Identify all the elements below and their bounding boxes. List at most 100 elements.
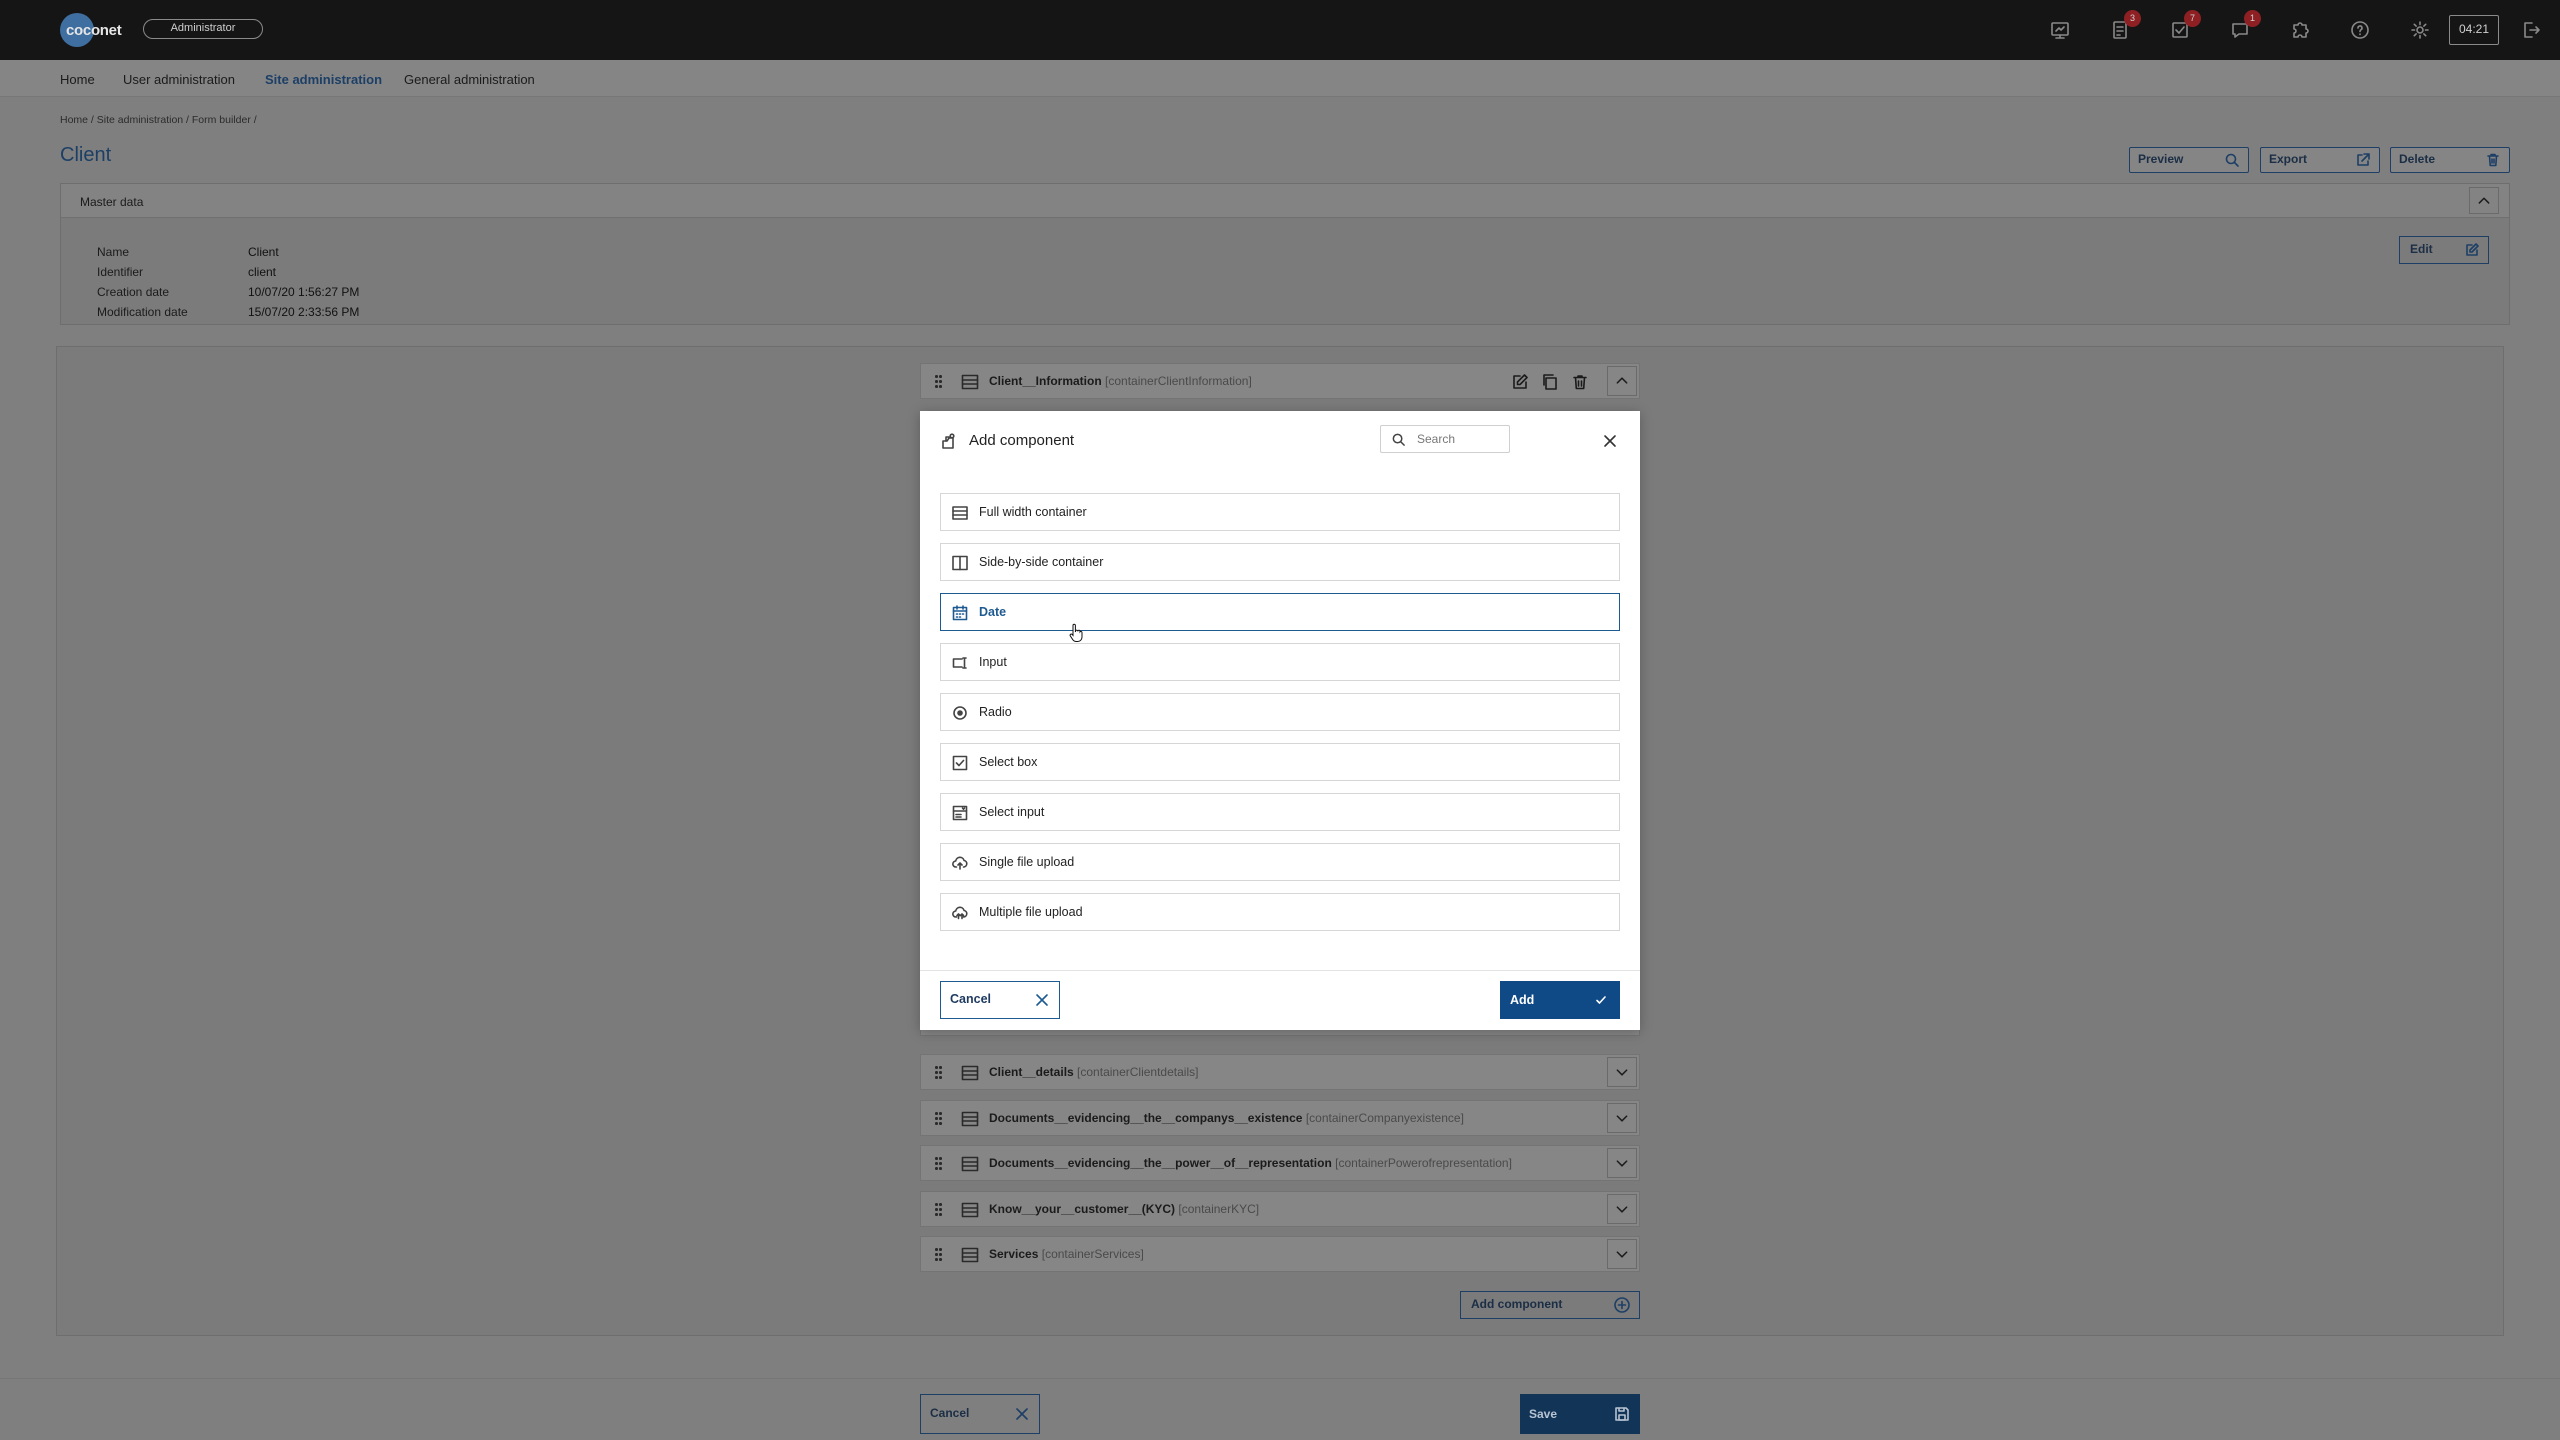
md-identifier-value: client (248, 265, 277, 279)
container-icon (961, 1065, 979, 1081)
modal-cancel-button[interactable]: Cancel (940, 981, 1060, 1019)
logout-icon[interactable] (2518, 17, 2544, 43)
delete-button[interactable]: Delete (2390, 147, 2510, 173)
collapse-component-button[interactable] (1607, 366, 1637, 396)
role-badge[interactable]: Administrator (143, 19, 263, 39)
option-multiple-file-upload[interactable]: Multiple file upload (940, 893, 1620, 931)
expand-component-button[interactable] (1607, 1239, 1637, 1269)
edit-component-icon[interactable] (1511, 373, 1529, 391)
master-data-title: Master data (80, 195, 144, 209)
nav-home[interactable]: Home (60, 72, 95, 87)
chevron-up-icon (1616, 377, 1628, 384)
breadcrumb[interactable]: Home / Site administration / Form builde… (60, 114, 257, 126)
drag-handle-icon[interactable] (935, 1203, 943, 1217)
main-nav: Home User administration Site administra… (0, 60, 2560, 97)
container-icon (961, 1247, 979, 1263)
help-icon[interactable] (2347, 17, 2373, 43)
modal-add-button[interactable]: Add (1500, 981, 1620, 1019)
coconet-logo[interactable]: coconet (60, 13, 124, 47)
option-radio[interactable]: Radio (940, 693, 1620, 731)
component-identifier: [containerServices] (1041, 1247, 1144, 1261)
dashboard-icon[interactable] (2047, 17, 2073, 43)
option-label: Select input (979, 805, 1045, 819)
master-data-panel: Master data Name Client Identifier clien… (60, 183, 2510, 325)
expand-component-button[interactable] (1607, 1103, 1637, 1133)
export-icon (2355, 152, 2371, 168)
edit-label: Edit (2410, 242, 2433, 256)
settings-gear-icon[interactable] (2407, 17, 2433, 43)
option-full-width-container[interactable]: Full width container (940, 493, 1620, 531)
nav-site-administration[interactable]: Site administration (265, 72, 382, 87)
drag-handle-icon[interactable] (935, 375, 943, 389)
drag-handle-icon[interactable] (935, 1248, 943, 1262)
preview-button[interactable]: Preview (2129, 147, 2249, 173)
chevron-down-icon (1616, 1115, 1628, 1122)
messages-icon[interactable]: 1 (2227, 10, 2261, 43)
input-icon (952, 655, 968, 671)
drag-handle-icon[interactable] (935, 1157, 943, 1171)
export-label: Export (2269, 152, 2308, 166)
drag-handle-icon[interactable] (935, 1112, 943, 1126)
component-identifier: [containerClientdetails] (1077, 1065, 1199, 1079)
modal-search-box[interactable] (1380, 425, 1510, 453)
md-modification-date-label: Modification date (97, 305, 188, 319)
collapse-master-data-button[interactable] (2469, 187, 2499, 214)
logo-text: coconet (66, 22, 122, 39)
expand-component-button[interactable] (1607, 1148, 1637, 1178)
option-select-box[interactable]: Select box (940, 743, 1620, 781)
container-icon (961, 1202, 979, 1218)
option-label: Date (979, 605, 1007, 619)
copy-component-icon[interactable] (1541, 373, 1559, 391)
add-component-modal: Add component Full width container Side-… (920, 411, 1640, 1030)
expand-component-button[interactable] (1607, 1057, 1637, 1087)
component-row[interactable]: Client__Information [containerClientInfo… (920, 363, 1640, 399)
chevron-down-icon (1616, 1206, 1628, 1213)
expand-component-button[interactable] (1607, 1194, 1637, 1224)
option-label: Full width container (979, 505, 1087, 519)
option-label: Side-by-side container (979, 555, 1104, 569)
export-button[interactable]: Export (2260, 147, 2380, 173)
component-row[interactable]: Documents__evidencing__the__power__of__r… (920, 1145, 1640, 1181)
save-button[interactable]: Save (1520, 1394, 1640, 1434)
option-label: Multiple file upload (979, 905, 1083, 919)
save-disk-icon (1614, 1406, 1630, 1422)
option-single-file-upload[interactable]: Single file upload (940, 843, 1620, 881)
puzzle-icon[interactable] (2287, 17, 2313, 43)
component-name: Client__details (989, 1065, 1074, 1079)
component-row[interactable]: Know__your__customer__(KYC) [containerKY… (920, 1191, 1640, 1227)
close-icon (1035, 993, 1049, 1007)
component-name: Client__Information (989, 374, 1102, 388)
master-data-header[interactable]: Master data (61, 184, 2509, 218)
option-date[interactable]: Date (940, 593, 1620, 631)
page-title: Client (60, 144, 112, 166)
cancel-label: Cancel (930, 1406, 970, 1420)
chevron-down-icon (1616, 1069, 1628, 1076)
messages-badge: 1 (2244, 10, 2261, 27)
tasks-icon[interactable]: 7 (2167, 10, 2201, 43)
close-icon[interactable] (1600, 431, 1620, 451)
component-identifier: [containerCompanyexistence] (1305, 1111, 1464, 1125)
component-row[interactable]: Documents__evidencing__the__companys__ex… (920, 1100, 1640, 1136)
option-side-by-side-container[interactable]: Side-by-side container (940, 543, 1620, 581)
component-row[interactable]: Client__details [containerClientdetails] (920, 1054, 1640, 1090)
option-label: Single file upload (979, 855, 1075, 869)
drag-handle-icon[interactable] (935, 1066, 943, 1080)
nav-general-administration[interactable]: General administration (404, 72, 535, 87)
nav-user-administration[interactable]: User administration (123, 72, 235, 87)
component-row[interactable]: Services [containerServices] (920, 1236, 1640, 1272)
delete-component-icon[interactable] (1571, 373, 1589, 391)
option-select-input[interactable]: Select input (940, 793, 1620, 831)
add-component-button[interactable]: Add component (1460, 1291, 1640, 1319)
option-label: Select box (979, 755, 1038, 769)
edit-master-data-button[interactable]: Edit (2399, 236, 2489, 264)
modal-search-input[interactable] (1417, 430, 1505, 448)
trash-icon (2485, 152, 2501, 168)
component-name: Know__your__customer__(KYC) (989, 1202, 1176, 1216)
component-identifier: [containerKYC] (1178, 1202, 1260, 1216)
container-icon (961, 1111, 979, 1127)
option-input[interactable]: Input (940, 643, 1620, 681)
modal-title: Add component (969, 432, 1075, 449)
documents-icon[interactable]: 3 (2107, 10, 2141, 43)
checkmark-icon (1594, 993, 1608, 1007)
cancel-button[interactable]: Cancel (920, 1394, 1040, 1434)
